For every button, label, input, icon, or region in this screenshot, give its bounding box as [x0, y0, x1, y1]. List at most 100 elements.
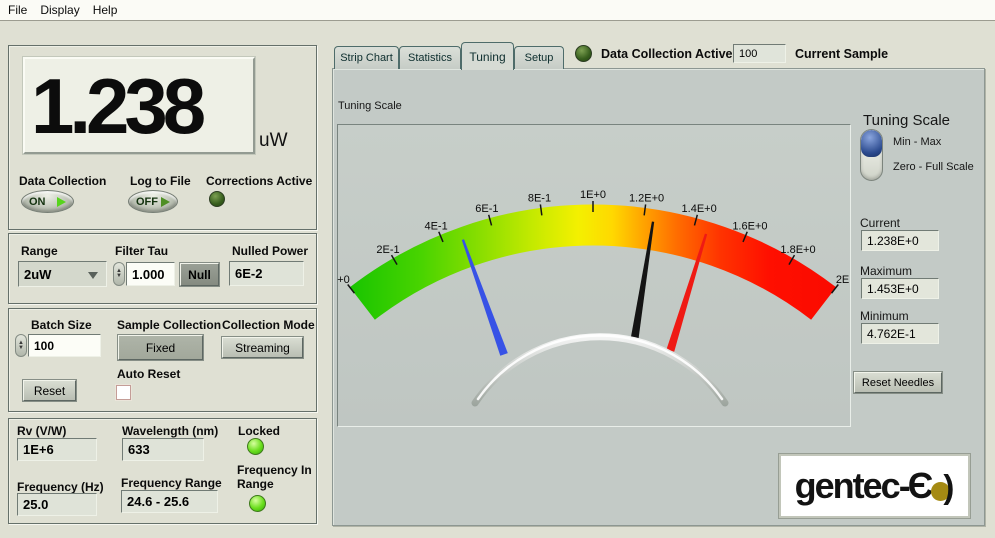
- filter-tau-value: 1.000: [132, 267, 165, 282]
- range-panel: Range Filter Tau Nulled Power 2uW ▲▼ 1.0…: [8, 233, 317, 304]
- minimum-field: 4.762E-1: [861, 323, 939, 344]
- frequency-value: 25.0: [23, 497, 48, 512]
- tab-statistics[interactable]: Statistics: [399, 46, 461, 69]
- frequency-range-label: Frequency Range: [121, 476, 222, 490]
- locked-led: [247, 438, 264, 455]
- display-panel: 1.238 uW Data Collection Log to File Cor…: [8, 45, 317, 230]
- gauge-tick-label: 1E+0: [580, 189, 606, 201]
- logo-text: gentec-: [795, 468, 909, 504]
- corrections-active-label: Corrections Active: [206, 174, 312, 188]
- sample-collection-label: Sample Collection: [117, 318, 221, 332]
- frequency-in-range-led: [249, 495, 266, 512]
- current-sample-label: Current Sample: [795, 47, 888, 61]
- tab-label: Tuning: [469, 50, 505, 64]
- current-label: Current: [860, 216, 900, 230]
- sample-collection-value: Fixed: [146, 341, 175, 355]
- auto-reset-checkbox[interactable]: [116, 385, 131, 400]
- dropdown-arrow-icon: [88, 272, 98, 279]
- rv-label: Rv (V/W): [17, 424, 66, 438]
- range-label: Range: [21, 244, 58, 258]
- log-to-file-state: OFF: [136, 196, 158, 208]
- collection-mode-label: Collection Mode: [222, 318, 315, 332]
- gauge-pivot-arc: [475, 337, 725, 403]
- data-collection-active-label: Data Collection Active: [601, 47, 733, 61]
- gauge-tick-label: 8E-1: [528, 193, 551, 205]
- sample-collection-button[interactable]: Fixed: [118, 335, 203, 360]
- rv-field: 1E+6: [17, 438, 97, 461]
- frequency-range-field: 24.6 - 25.6: [121, 490, 218, 513]
- current-sample-field: 100: [733, 44, 786, 63]
- reset-button[interactable]: Reset: [23, 380, 76, 401]
- wavelength-field: 633: [122, 438, 204, 461]
- reset-needles-label: Reset Needles: [862, 377, 934, 389]
- tab-label: Strip Chart: [340, 52, 393, 64]
- nulled-power-field: 6E-2: [229, 261, 304, 286]
- gauge-tick-label: 1.6E+0: [732, 220, 767, 232]
- tab-label: Statistics: [408, 52, 452, 64]
- switch-knob: [861, 130, 882, 157]
- frequency-field: 25.0: [17, 493, 97, 516]
- tab-tuning[interactable]: Tuning: [461, 42, 514, 70]
- tuning-scale-title: Tuning Scale: [863, 112, 950, 129]
- filter-tau-label: Filter Tau: [115, 244, 168, 258]
- batch-panel: Batch Size Sample Collection Collection …: [8, 308, 317, 412]
- power-unit: uW: [259, 130, 288, 152]
- locked-label: Locked: [238, 424, 280, 438]
- nulled-power-label: Nulled Power: [232, 244, 308, 258]
- wavelength-label: Wavelength (nm): [122, 424, 218, 438]
- tuning-scale-switch[interactable]: [860, 129, 883, 181]
- menu-file[interactable]: File: [8, 3, 27, 17]
- power-value: 1.238: [31, 67, 201, 145]
- minimum-label: Minimum: [860, 309, 909, 323]
- range-value: 2uW: [24, 267, 51, 282]
- current-field: 1.238E+0: [861, 230, 939, 251]
- toggle-arrow-icon: [161, 197, 170, 207]
- gauge-tick-label: 1.4E+0: [682, 203, 717, 215]
- tuning-gauge-panel: +02E-14E-16E-18E-11E+01.2E+01.4E+01.6E+0…: [337, 124, 851, 427]
- rv-value: 1E+6: [23, 442, 54, 457]
- data-collection-toggle[interactable]: ON: [21, 190, 74, 213]
- maximum-label: Maximum: [860, 264, 912, 278]
- tab-label: Setup: [525, 52, 554, 64]
- logo-epsilon: Є: [908, 468, 934, 504]
- switch-option-zero-full: Zero - Full Scale: [893, 161, 974, 173]
- log-to-file-label: Log to File: [130, 174, 191, 188]
- gauge-band: [362, 225, 823, 304]
- maximum-field: 1.453E+0: [861, 278, 939, 299]
- collection-mode-button[interactable]: Streaming: [222, 337, 303, 358]
- gauge-tick-label: 2E: [836, 274, 849, 286]
- tuning-gauge: +02E-14E-16E-18E-11E+01.2E+01.4E+01.6E+0…: [338, 125, 850, 426]
- current-sample-value: 100: [739, 48, 757, 60]
- gauge-tick-label: 4E-1: [424, 220, 447, 232]
- batch-size-label: Batch Size: [31, 318, 92, 332]
- gauge-panel-label: Tuning Scale: [338, 100, 402, 112]
- switch-option-min-max: Min - Max: [893, 136, 941, 148]
- null-button[interactable]: Null: [180, 263, 219, 286]
- frequency-range-value: 24.6 - 25.6: [127, 494, 189, 509]
- current-value: 1.238E+0: [867, 234, 919, 248]
- maximum-value: 1.453E+0: [867, 282, 919, 296]
- batch-size-spinner[interactable]: ▲▼: [15, 334, 27, 357]
- power-display: 1.238: [23, 57, 255, 154]
- data-collection-label: Data Collection: [19, 174, 106, 188]
- toggle-arrow-icon: [57, 197, 66, 207]
- reset-button-label: Reset: [34, 384, 65, 398]
- logo-paren: ): [943, 470, 954, 503]
- gauge-tick-label: 1.8E+0: [780, 244, 815, 256]
- corrections-active-led: [209, 191, 225, 207]
- reset-needles-button[interactable]: Reset Needles: [854, 372, 942, 393]
- tab-setup[interactable]: Setup: [514, 46, 564, 69]
- frequency-in-range-label: Frequency In Range: [237, 463, 315, 491]
- range-dropdown[interactable]: 2uW: [18, 261, 107, 287]
- menu-display[interactable]: Display: [40, 3, 79, 17]
- batch-size-value: 100: [34, 339, 54, 353]
- gauge-tick-label: 2E-1: [376, 244, 399, 256]
- tab-strip-chart[interactable]: Strip Chart: [334, 46, 399, 69]
- data-collection-active-led: [575, 45, 592, 62]
- filter-tau-input[interactable]: 1.000: [126, 262, 175, 286]
- batch-size-input[interactable]: 100: [28, 334, 101, 357]
- minimum-value: 4.762E-1: [867, 327, 916, 341]
- log-to-file-toggle[interactable]: OFF: [128, 190, 178, 213]
- menu-help[interactable]: Help: [93, 3, 118, 17]
- filter-tau-spinner[interactable]: ▲▼: [113, 262, 125, 286]
